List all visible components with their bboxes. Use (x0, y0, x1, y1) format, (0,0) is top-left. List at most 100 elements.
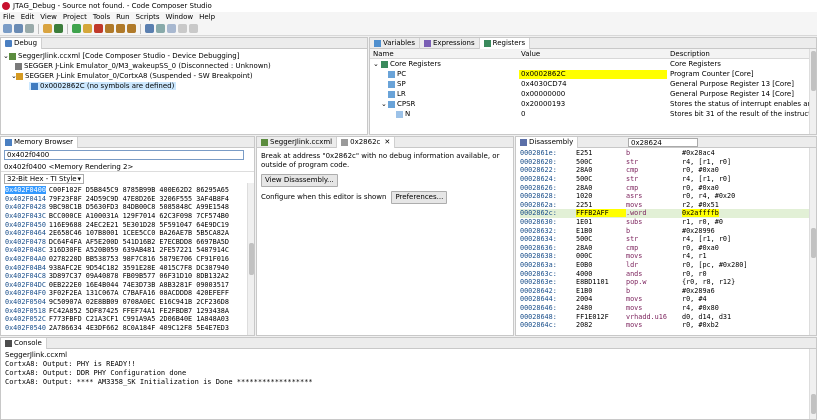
terminate-icon[interactable] (94, 24, 103, 33)
memory-row[interactable]: 0x402F04A0 0278220D BB538753 98F7C816 587… (5, 255, 254, 264)
console-scrollbar[interactable] (809, 349, 816, 419)
disassembly-row[interactable]: 00028628: 1020 asrs r0, r4, #0x20 (520, 192, 816, 201)
memory-data[interactable]: 9C50907A 02E8BB09 0708A0EC E16C941B 2CF2… (49, 298, 229, 306)
scrollbar-thumb[interactable] (811, 51, 816, 91)
memory-row[interactable]: 0x402F048C 316D30FE A520B059 639AB481 2FE… (5, 246, 254, 255)
memory-data[interactable]: 3D897C37 09A40878 FB09B577 06F31D10 8DB1… (49, 272, 229, 280)
step-return-icon[interactable] (127, 24, 136, 33)
memory-row[interactable]: 0x402F0540 2A786634 4E3DF662 8C0A184F 409… (5, 324, 254, 333)
debug-tree-item[interactable]: 0x0002862C (no symbols are defined) (3, 81, 367, 91)
memory-row[interactable]: 0x402F0464 2E658C46 107B8001 1CEE5CC0 BA2… (5, 229, 254, 238)
memory-data[interactable]: 3F02F2EA 131C067A C7BAFA16 08ACDDD8 420E… (49, 289, 229, 297)
stack-frame-selected[interactable]: 0x0002862C (no symbols are defined) (29, 82, 177, 90)
menu-view[interactable]: View (40, 13, 57, 21)
memory-format-select[interactable]: 32-Bit Hex - TI Style ▾ (4, 174, 84, 184)
memory-row[interactable]: 0x402F043C BCC000CE A100031A 129F7014 62C… (5, 212, 254, 221)
memory-row[interactable]: 0x402F0504 9C50907A 02E8BB09 0708A0EC E16… (5, 298, 254, 307)
memory-scrollbar[interactable] (247, 183, 254, 335)
suspend-icon[interactable] (83, 24, 92, 33)
disassembly-row[interactable]: 00028626: 28A0 cmp r0, #0xa0 (520, 183, 816, 192)
debug-tree-item[interactable]: ⌄ SEGGER J-Link Emulator_0/CortxA8 (Susp… (3, 71, 367, 81)
build-icon[interactable] (43, 24, 52, 33)
registers-scrollbar[interactable] (809, 49, 816, 134)
register-value[interactable]: 0x20000193 (521, 100, 565, 108)
menu-tools[interactable]: Tools (93, 13, 110, 21)
new-icon[interactable] (3, 24, 12, 33)
save-all-icon[interactable] (25, 24, 34, 33)
step-into-icon[interactable] (105, 24, 114, 33)
disassembly-row[interactable]: 00028630: 1E01 subs r1, r0, #0 (520, 218, 816, 227)
disassembly-row[interactable]: 0002861e: E251 b #0x28ac4 (520, 149, 816, 158)
register-value[interactable]: 0x4030CD74 (521, 80, 567, 88)
disassembly-row[interactable]: 00028622: 28A0 cmp r0, #0xa0 (520, 166, 816, 175)
disassembly-row-current[interactable]: 0002862c: FFFB2AFF .word 0x2affffb (520, 209, 816, 218)
menu-window[interactable]: Window (166, 13, 194, 21)
memory-row[interactable]: 0x402F04DC 0EB222E0 16E4B044 74E3D73B A8B… (5, 281, 254, 290)
resume-icon[interactable] (72, 24, 81, 33)
preferences-button[interactable]: Preferences... (391, 191, 448, 204)
disassembly-row[interactable]: 00028642: E1B0 b #0x289a6 (520, 287, 816, 296)
tab-memory-browser[interactable]: Memory Browser (1, 137, 79, 148)
memory-data[interactable]: 0278220D BB538753 98F7C816 5879E706 CF91… (49, 255, 229, 263)
memory-data[interactable]: DC64F4FA AF5E200D 541D16B2 E7ECBDD8 6697… (49, 238, 229, 246)
memory-row[interactable]: 0x402F0450 116E9688 24EC2E21 5E301D28 5F5… (5, 220, 254, 229)
menu-project[interactable]: Project (63, 13, 87, 21)
tab-debug[interactable]: Debug (1, 37, 43, 49)
scrollbar-thumb[interactable] (811, 228, 816, 258)
close-icon[interactable]: ✕ (384, 138, 390, 146)
tab-disassembly[interactable]: Disassembly (516, 137, 579, 148)
memory-data[interactable]: F773FBFD C21A3CF1 C991A9A5 2D06B40E 1A84… (49, 315, 229, 323)
memory-row[interactable]: 0x402F0400 C00F102F D5B845C9 8785B99B 400… (5, 186, 254, 195)
memory-data[interactable]: 2A786634 4E3DF662 8C0A184F 409C12F8 5E4E… (49, 324, 229, 332)
disassembly-row[interactable]: 0002863a: E0B0 ldr r0, [pc, #0x280] (520, 261, 816, 270)
scrollbar-thumb[interactable] (811, 394, 816, 414)
tab-address[interactable]: 0x2862c ✕ (337, 137, 396, 148)
menu-edit[interactable]: Edit (21, 13, 35, 21)
tab-registers[interactable]: Registers (479, 38, 531, 49)
save-icon[interactable] (14, 24, 23, 33)
register-value[interactable]: 0 (521, 110, 525, 118)
memory-row[interactable]: 0x402F0414 79F23F8F 24D59C9D 47E8D26E 320… (5, 195, 254, 204)
debug-tree-item[interactable]: ⌄ SeggerJlink.ccxml [Code Composer Studi… (3, 51, 367, 61)
register-row[interactable]: PC 0x0002862C Program Counter [Core] (370, 69, 816, 79)
memory-data[interactable]: C00F102F D5B845C9 8785B99B 400E62D2 8629… (49, 186, 229, 194)
tab-variables[interactable]: Variables (370, 38, 420, 49)
tab-ccxml[interactable]: SeggerJlink.ccxml (257, 137, 338, 148)
disassembly-row[interactable]: 00028638: 000C movs r4, r1 (520, 252, 816, 261)
register-row[interactable]: N 0 Stores bit 31 of the result of the i… (370, 109, 816, 119)
memory-row[interactable]: 0x402F0428 9BC98C1B D5630FD3 84DB00C8 508… (5, 203, 254, 212)
expand-icon[interactable]: ⌄ (373, 60, 379, 68)
memory-data[interactable]: 2E658C46 107B8001 1CEE5CC0 BA26AE7B 5B5C… (49, 229, 229, 237)
memory-data[interactable]: FC42A852 5DF87425 FFEF74A1 FE2FBDB7 1293… (49, 307, 229, 315)
disassembly-row[interactable]: 0002862a: 2251 movs r2, #0x51 (520, 201, 816, 210)
disassembly-row[interactable]: 00028632: E1B0 b #0x28996 (520, 226, 816, 235)
reset-icon[interactable] (156, 24, 165, 33)
disassembly-row[interactable]: 0002863e: E8BD1101 pop.w {r0, r8, r12} (520, 278, 816, 287)
menu-help[interactable]: Help (199, 13, 215, 21)
memory-data[interactable]: 938AFC2E 9D54C182 3591E28E 4015C7F8 DC38… (49, 264, 229, 272)
memory-row[interactable]: 0x402F0478 DC64F4FA AF5E200D 541D16B2 E7E… (5, 238, 254, 247)
register-row[interactable]: ⌄ CPSR 0x20000193 Stores the status of i… (370, 99, 816, 109)
disassembly-row[interactable]: 00028620: 500C str r4, [r1, r0] (520, 158, 816, 167)
memory-data[interactable]: 316D30FE A520B059 639AB481 2FE57221 5487… (49, 246, 229, 254)
memory-address-input[interactable]: 0x402f0400 (4, 150, 244, 160)
restart-icon[interactable] (145, 24, 154, 33)
tab-expressions[interactable]: Expressions (420, 38, 480, 49)
back-icon[interactable] (178, 24, 187, 33)
disassembly-row[interactable]: 00028646: 2480 movs r4, #0x80 (520, 304, 816, 313)
tab-console[interactable]: Console (1, 338, 47, 349)
forward-icon[interactable] (189, 24, 198, 33)
step-over-icon[interactable] (116, 24, 125, 33)
memory-row[interactable]: 0x402F04B4 938AFC2E 9D54C182 3591E28E 401… (5, 263, 254, 272)
menu-run[interactable]: Run (116, 13, 129, 21)
debug-icon[interactable] (54, 24, 63, 33)
disassembly-row[interactable]: 00028648: FF1E012F vrhadd.u16 d0, d14, d31 (520, 312, 816, 321)
disassembly-row[interactable]: 0002863c: 4000 ands r0, r0 (520, 269, 816, 278)
menu-scripts[interactable]: Scripts (136, 13, 160, 21)
debug-tree-item[interactable]: SEGGER J-Link Emulator_0/M3_wakeupSS_0 (… (3, 61, 367, 71)
memory-data[interactable]: 9BC98C1B D5630FD3 84DB00C8 5085848C A99E… (49, 203, 229, 211)
col-name-header[interactable]: Name (373, 50, 394, 58)
register-row[interactable]: ⌄ Core Registers Core Registers (370, 59, 816, 69)
memory-row[interactable]: 0x402F0518 FC42A852 5DF87425 FFEF74A1 FE2… (5, 306, 254, 315)
view-disassembly-button[interactable]: View Disassembly... (261, 174, 338, 187)
